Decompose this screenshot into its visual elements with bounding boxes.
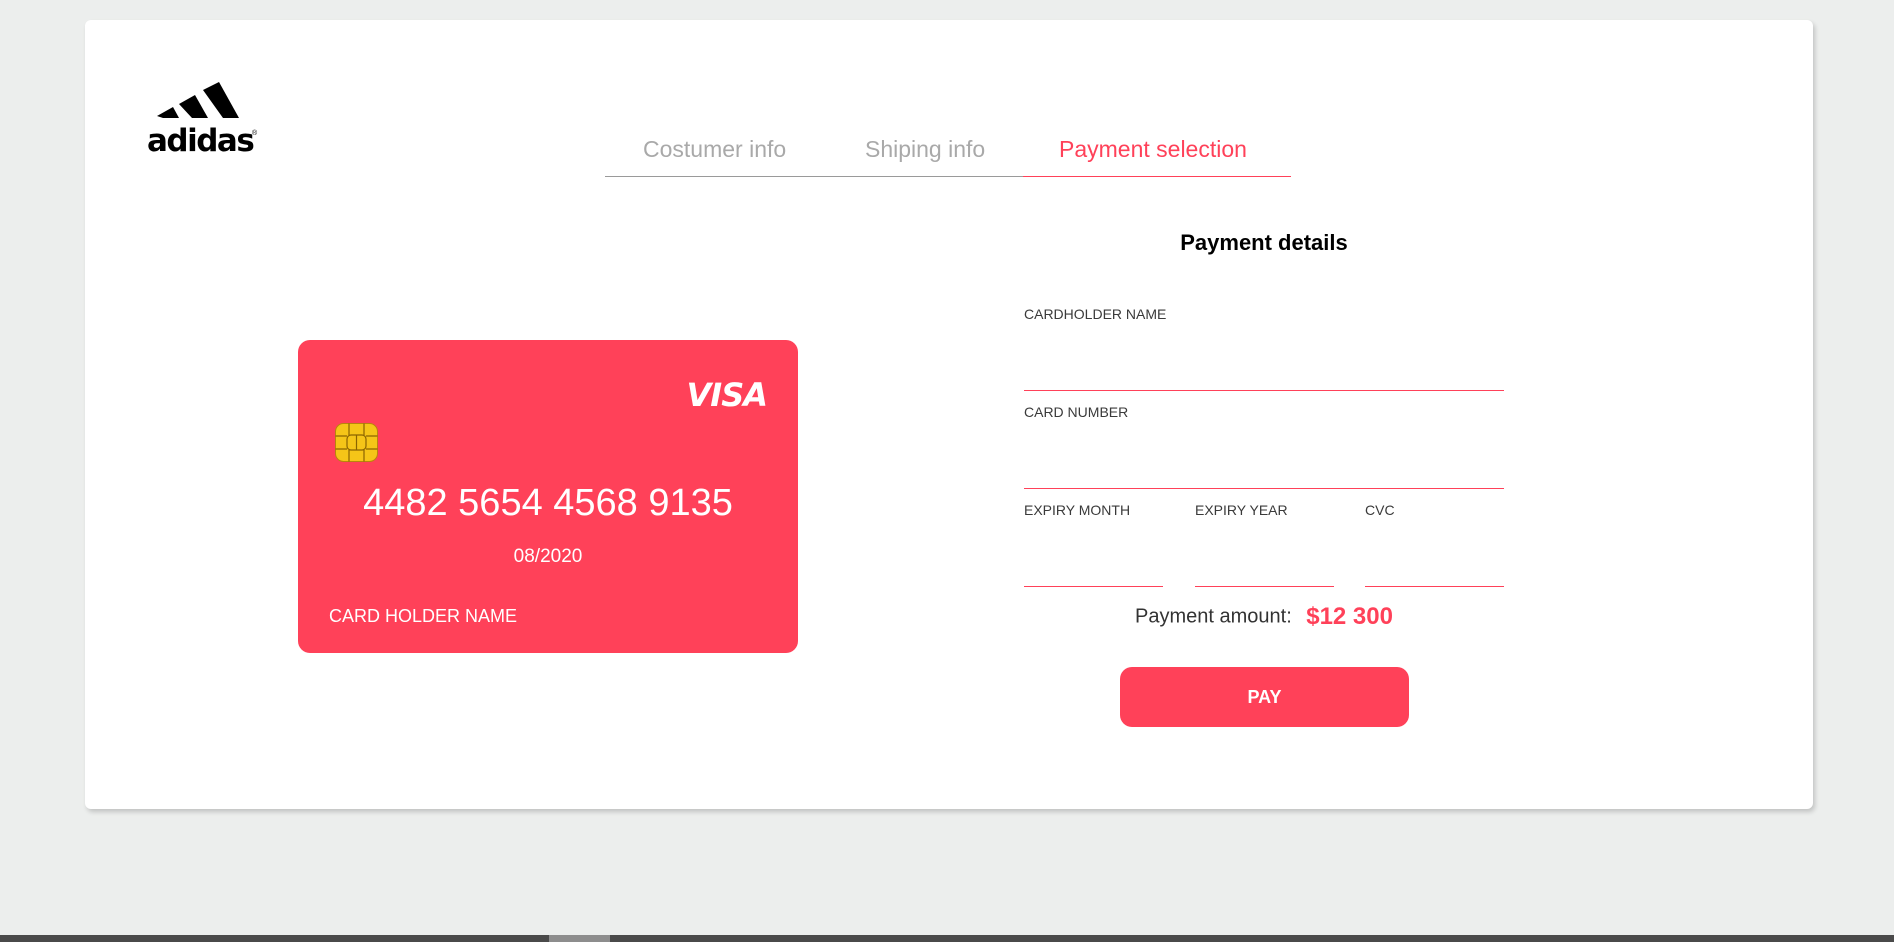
- checkout-panel: adidas ® Costumer info Shiping info Paym…: [85, 20, 1813, 809]
- payment-details-title: Payment details: [1180, 230, 1348, 255]
- brand-wordmark: adidas: [147, 123, 255, 159]
- card-expiry-display: 08/2020: [513, 546, 583, 567]
- pay-button[interactable]: PAY: [1120, 667, 1409, 727]
- tab-shipping-info[interactable]: Shiping info: [865, 136, 985, 163]
- scrollbar-thumb[interactable]: [549, 935, 610, 942]
- adidas-logo[interactable]: adidas: [147, 82, 263, 162]
- horizontal-scrollbar[interactable]: [0, 935, 1894, 942]
- payment-amount-label: Payment amount:: [1135, 605, 1292, 628]
- card-holder-display: CARD HOLDER NAME: [329, 606, 518, 626]
- card-number-label: CARD NUMBER: [1024, 404, 1129, 420]
- expiry-year-field[interactable]: [1195, 560, 1334, 587]
- visa-logo: VISA: [686, 376, 768, 414]
- expiry-year-label: EXPIRY YEAR: [1195, 502, 1288, 518]
- tabs-divider: [605, 176, 1023, 177]
- payment-amount: Payment amount: $12 300: [1024, 603, 1504, 631]
- checkout-steps: Costumer info Shiping info Payment selec…: [605, 116, 1291, 178]
- cvc-label: CVC: [1365, 502, 1395, 518]
- card-chip-icon: [335, 423, 378, 462]
- cardholder-name-field[interactable]: [1024, 364, 1504, 391]
- cvc-field[interactable]: [1365, 560, 1504, 587]
- cardholder-name-label: CARDHOLDER NAME: [1024, 306, 1167, 322]
- payment-amount-value: $12 300: [1306, 603, 1393, 630]
- card-number-display: 4482 5654 4568 9135: [363, 482, 733, 524]
- expiry-month-field[interactable]: [1024, 560, 1163, 587]
- expiry-month-label: EXPIRY MONTH: [1024, 502, 1131, 518]
- tab-payment-selection[interactable]: Payment selection: [1059, 136, 1247, 163]
- card-number-field[interactable]: [1024, 462, 1504, 489]
- active-tab-indicator: [1023, 176, 1291, 177]
- tab-customer-info[interactable]: Costumer info: [643, 136, 786, 163]
- credit-card-preview: VISA 4482 5654 4568 9135 08/2020 CARD HO…: [298, 340, 798, 653]
- registered-mark: ®: [252, 130, 258, 137]
